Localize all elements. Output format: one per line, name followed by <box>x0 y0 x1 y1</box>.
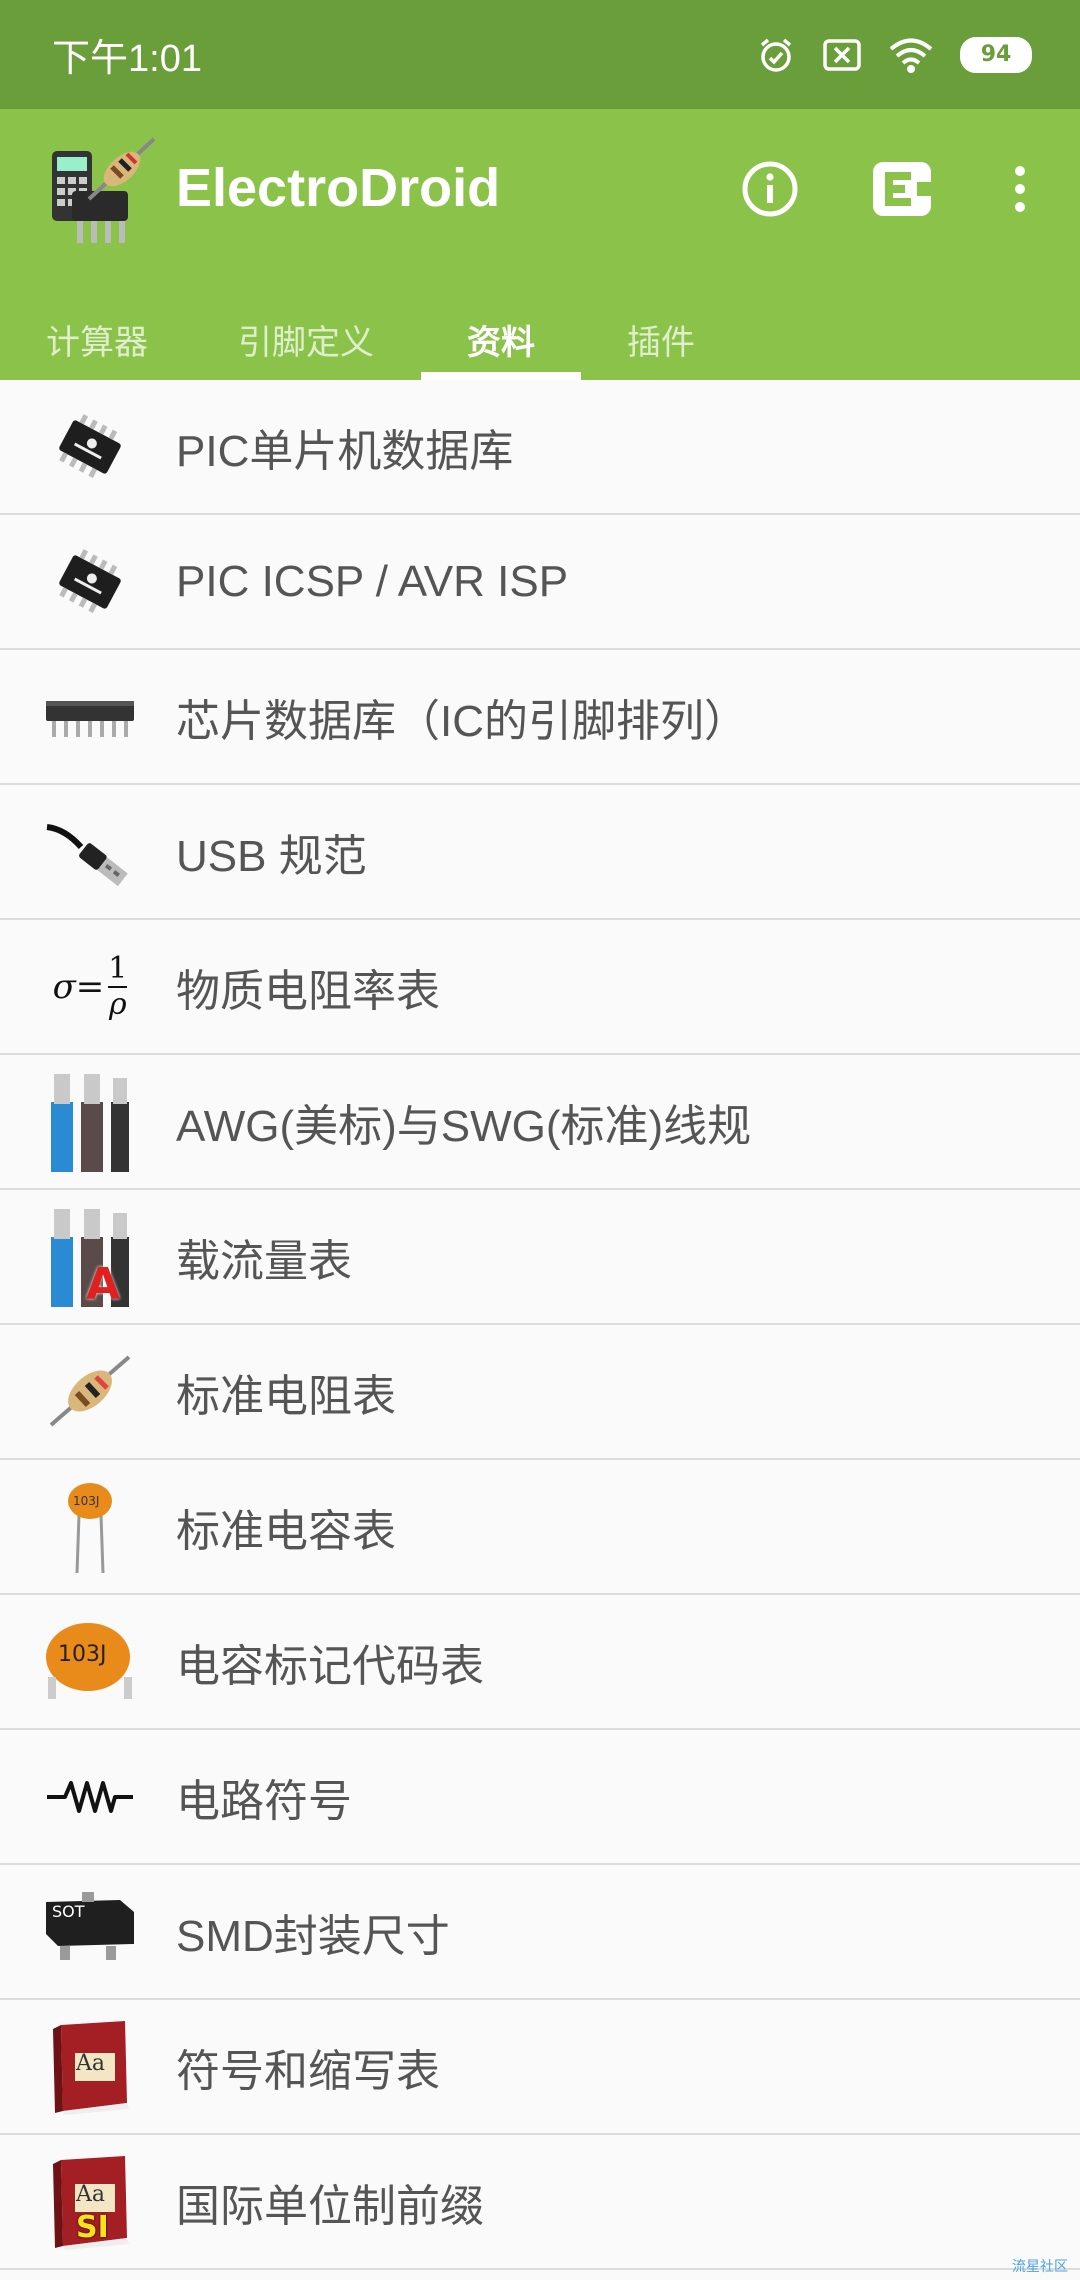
status-icons: 94 <box>756 35 1032 75</box>
si-book-icon: Aa SI <box>40 2152 140 2252</box>
list-item-label: 符号和缩写表 <box>176 2046 440 2096</box>
electrodoc-icon <box>873 162 931 216</box>
wire-gauge-icon <box>40 1072 140 1172</box>
si-badge: SI <box>76 2210 109 2245</box>
app-logo-icon <box>52 137 156 243</box>
list-item-label: 标准电容表 <box>176 1506 396 1556</box>
sim-off-icon <box>823 38 861 71</box>
toolbar: ElectroDroid <box>0 109 1080 297</box>
list-item-wire-gauge[interactable]: AWG(美标)与SWG(标准)线规 <box>0 1055 1080 1190</box>
list-item-circuit-symbols[interactable]: 电路符号 <box>0 1730 1080 1865</box>
app-bar: ElectroDroid 计算器 引脚定义 资料 插件 <box>0 109 1080 380</box>
dictionary-book-icon: Aa <box>40 2017 140 2117</box>
list-item-label: 电容标记代码表 <box>176 1641 484 1691</box>
list-item-label: 标准电阻表 <box>176 1371 396 1421</box>
tab-label: 计算器 <box>46 323 148 363</box>
list-item-label: USB 规范 <box>176 831 367 881</box>
list-item-label: PIC单片机数据库 <box>176 426 514 476</box>
battery-level: 94 <box>980 42 1012 67</box>
dip-chip-icon <box>40 667 140 767</box>
list-item-si-prefixes[interactable]: Aa SI 国际单位制前缀 <box>0 2135 1080 2270</box>
list-item-label: PIC ICSP / AVR ISP <box>176 556 569 606</box>
capacitor-code-icon: 103J <box>40 1612 140 1712</box>
ampacity-letter: A <box>86 1259 121 1310</box>
status-bar: 下午1:01 94 <box>0 0 1080 109</box>
list-item-label: 载流量表 <box>176 1236 352 1286</box>
ampacity-icon: A <box>40 1207 140 1310</box>
formula-numerator: 1 <box>108 951 128 988</box>
list-item-resistivity[interactable]: σ= 1 ρ 物质电阻率表 <box>0 920 1080 1055</box>
tab-label: 插件 <box>627 323 695 363</box>
tab-resources[interactable]: 资料 <box>421 297 581 380</box>
list-item-label: 芯片数据库（IC的引脚排列） <box>176 696 748 746</box>
formula-denominator: ρ <box>109 987 127 1022</box>
list-item-label: 国际单位制前缀 <box>176 2181 484 2231</box>
electrodoc-button[interactable] <box>870 157 934 221</box>
battery-indicator: 94 <box>960 36 1032 73</box>
book-text: Aa <box>76 2051 106 2076</box>
microchip-icon <box>40 532 140 632</box>
capacitor-code-text: 103J <box>58 1642 107 1667</box>
info-button[interactable] <box>738 157 802 221</box>
resistivity-formula-icon: σ= 1 ρ <box>40 937 140 1037</box>
tab-calculators[interactable]: 计算器 <box>0 297 194 380</box>
formula-fraction: 1 ρ <box>108 951 128 1022</box>
resistor-icon <box>40 1342 140 1442</box>
list-item-label: 物质电阻率表 <box>176 966 440 1016</box>
list-item-label: 电路符号 <box>176 1776 352 1826</box>
capacitor-icon: 103J <box>40 1477 140 1577</box>
list-item-label: AWG(美标)与SWG(标准)线规 <box>176 1101 752 1151</box>
list-item-capacitor-codes[interactable]: 103J 电容标记代码表 <box>0 1595 1080 1730</box>
tab-plugins[interactable]: 插件 <box>581 297 741 380</box>
info-icon <box>742 161 798 217</box>
sot-package-icon: SOT <box>40 1882 140 1982</box>
microchip-icon <box>40 397 140 497</box>
more-vert-icon <box>1015 166 1025 212</box>
tab-label: 资料 <box>467 323 535 363</box>
list-item-smd-packages[interactable]: SOT SMD封装尺寸 <box>0 1865 1080 2000</box>
list-item-ampacity[interactable]: A 载流量表 <box>0 1190 1080 1325</box>
list-item-standard-resistors[interactable]: 标准电阻表 <box>0 1325 1080 1460</box>
list-item-standard-capacitors[interactable]: 103J 标准电容表 <box>0 1460 1080 1595</box>
overflow-menu-button[interactable] <box>988 157 1052 221</box>
capacitor-code-text: 103J <box>73 1494 100 1508</box>
alarm-icon <box>760 38 792 72</box>
wifi-icon <box>889 38 933 73</box>
list-item-label: SMD封装尺寸 <box>176 1911 450 1961</box>
list-item-usb[interactable]: USB 规范 <box>0 785 1080 920</box>
status-time: 下午1:01 <box>52 38 202 80</box>
formula-text: σ= <box>52 967 105 1007</box>
book-text: Aa <box>76 2182 106 2207</box>
sot-label: SOT <box>52 1902 85 1921</box>
list-item-ic-database[interactable]: 芯片数据库（IC的引脚排列） <box>0 650 1080 785</box>
tab-label: 引脚定义 <box>238 323 374 363</box>
list-item-pic-database[interactable]: PIC单片机数据库 <box>0 380 1080 515</box>
list-item-icsp[interactable]: PIC ICSP / AVR ISP <box>0 515 1080 650</box>
app-title: ElectroDroid <box>176 158 501 218</box>
tab-pinouts[interactable]: 引脚定义 <box>194 297 418 380</box>
list-item-symbols-abbreviations[interactable]: Aa 符号和缩写表 <box>0 2000 1080 2135</box>
resource-list: PIC单片机数据库 PIC ICSP / AVR ISP 芯片数据库（IC的引脚… <box>0 380 1080 2270</box>
resistor-symbol-icon <box>40 1747 140 1847</box>
tab-bar: 计算器 引脚定义 资料 插件 <box>0 297 1080 380</box>
usb-plug-icon <box>40 802 140 902</box>
watermark: 流星社区 <box>1012 2259 1068 2275</box>
